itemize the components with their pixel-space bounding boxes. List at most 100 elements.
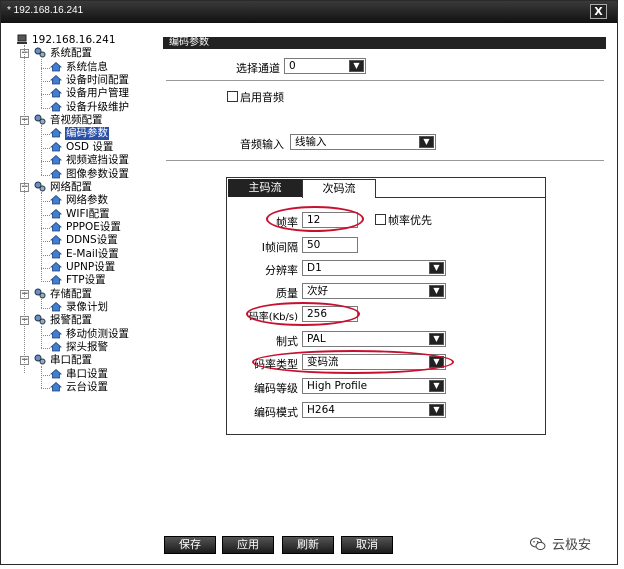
tree-item-label: 探头报警 (66, 341, 108, 354)
tree-item-label: DDNS设置 (66, 234, 118, 247)
tree-root[interactable]: 192.168.16.241 (16, 34, 117, 47)
tree-connector (41, 241, 50, 243)
audio-input-select[interactable]: 线输入 ▼ (290, 134, 436, 150)
channel-value: 0 (289, 60, 296, 72)
tree-connector (41, 94, 50, 96)
tab-underline (376, 197, 545, 198)
tree-item[interactable]: 探头报警 (50, 341, 109, 354)
framerate-input[interactable]: 12 (302, 212, 358, 228)
tree-item[interactable]: 移动侦测设置 (50, 328, 130, 341)
tab-sub-stream[interactable]: 次码流 (302, 179, 376, 198)
tree-connector (41, 192, 42, 282)
resolution-select[interactable]: D1 ▼ (302, 260, 446, 276)
tree-item[interactable]: 图像参数设置 (50, 168, 130, 181)
tree-group-label: 存储配置 (50, 287, 92, 300)
tab-main-stream[interactable]: 主码流 (228, 179, 302, 197)
tree-item[interactable]: 系统信息 (50, 61, 109, 74)
tree-group[interactable]: 报警配置 (34, 314, 93, 327)
home-icon (50, 328, 62, 339)
framerate-label: 帧率 (276, 216, 298, 229)
home-icon (50, 342, 62, 352)
wechat-icon (530, 537, 546, 551)
apply-button[interactable]: 应用 (222, 536, 274, 554)
quality-select[interactable]: 次好 ▼ (302, 283, 446, 299)
tree-item[interactable]: 云台设置 (50, 381, 109, 394)
tree-item[interactable]: 录像计划 (50, 301, 109, 314)
tree-connector (41, 254, 50, 256)
tree-group[interactable]: 存储配置 (34, 288, 93, 301)
codec-select[interactable]: H264 ▼ (302, 402, 446, 418)
profile-label: 编码等级 (254, 382, 298, 395)
tree-item-label: UPNP设置 (66, 260, 116, 273)
tree-connector (41, 388, 50, 390)
profile-value: High Profile (307, 380, 368, 392)
tree-item[interactable]: WIFI配置 (50, 208, 111, 221)
tree-item-label: 图像参数设置 (66, 167, 129, 180)
tree-item-label: 设备时间配置 (66, 74, 129, 87)
home-icon (50, 248, 62, 258)
tree-group[interactable]: 音视频配置 (34, 114, 104, 127)
chevron-down-icon: ▼ (429, 285, 444, 297)
tree-item-label: 编码参数 (65, 127, 109, 141)
gear-network-icon (34, 114, 46, 125)
home-icon (50, 88, 62, 98)
tree-connector (41, 374, 50, 376)
tree-group[interactable]: 系统配置 (34, 47, 93, 60)
tree-item[interactable]: UPNP设置 (50, 261, 116, 274)
tree-connector (41, 174, 50, 176)
bitrate-input[interactable]: 256 (302, 306, 358, 322)
tree-item[interactable]: OSD 设置 (50, 141, 114, 154)
quality-value: 次好 (307, 285, 328, 297)
tree-connector (41, 67, 50, 69)
enable-audio-checkbox[interactable] (227, 91, 238, 102)
tree-item-label: PPPOE设置 (66, 220, 121, 233)
chevron-down-icon: ▼ (429, 404, 444, 416)
profile-select[interactable]: High Profile ▼ (302, 378, 446, 394)
tree-item-label: 移动侦测设置 (66, 327, 129, 340)
quality-label: 质量 (276, 287, 298, 300)
computer-icon (17, 34, 27, 44)
tree-connector (41, 161, 50, 163)
tree-item[interactable]: E-Mail设置 (50, 248, 120, 261)
standard-select[interactable]: PAL ▼ (302, 331, 446, 347)
resolution-label: 分辨率 (265, 264, 298, 277)
cancel-button[interactable]: 取消 (341, 536, 393, 554)
home-icon (50, 141, 62, 152)
iframe-interval-input[interactable]: 50 (302, 237, 358, 253)
tree-root-label: 192.168.16.241 (32, 34, 116, 46)
tree-item[interactable]: PPPOE设置 (50, 221, 122, 234)
bitrate-type-select[interactable]: 变码流 ▼ (302, 354, 446, 370)
refresh-button[interactable]: 刷新 (282, 536, 334, 554)
channel-select[interactable]: 0 ▼ (284, 58, 366, 74)
tree-connector (41, 325, 42, 349)
home-icon (50, 61, 62, 72)
iframe-interval-label: I帧间隔 (261, 241, 298, 254)
tree-item-label: 云台设置 (66, 381, 108, 394)
framerate-priority-checkbox[interactable] (375, 214, 386, 225)
tree-connector (41, 334, 50, 336)
tree-item-label: 录像计划 (66, 301, 108, 313)
standard-value: PAL (307, 333, 326, 345)
tree-connector (41, 299, 42, 309)
tree-item[interactable]: 设备升级维护 (50, 101, 130, 114)
tree-group[interactable]: 网络配置 (34, 181, 93, 194)
audio-input-value: 线输入 (295, 136, 327, 148)
tree-item[interactable]: 视频遮挡设置 (50, 154, 130, 167)
watermark: 云极安 (530, 534, 620, 554)
home-icon (50, 221, 62, 232)
save-button[interactable]: 保存 (164, 536, 216, 554)
gear-network-icon (34, 181, 46, 192)
config-tree: 192.168.16.241− 系统配置 系统信息 设备时间配置 设备用户管理 设备升级维… (16, 34, 158, 424)
tree-item[interactable]: 串口设置 (50, 368, 109, 381)
tree-item[interactable]: 编码参数 (50, 127, 109, 141)
tree-connector (41, 125, 42, 175)
tree-item[interactable]: 设备时间配置 (50, 74, 130, 87)
tree-item[interactable]: 设备用户管理 (50, 87, 130, 100)
tree-connector (41, 81, 50, 83)
tree-item[interactable]: DDNS设置 (50, 234, 119, 247)
close-button[interactable]: X (590, 4, 607, 19)
tree-group[interactable]: 串口配置 (34, 354, 93, 367)
tree-item[interactable]: 网络参数 (50, 194, 109, 207)
watermark-text: 云极安 (552, 538, 592, 553)
tree-item[interactable]: FTP设置 (50, 274, 107, 287)
